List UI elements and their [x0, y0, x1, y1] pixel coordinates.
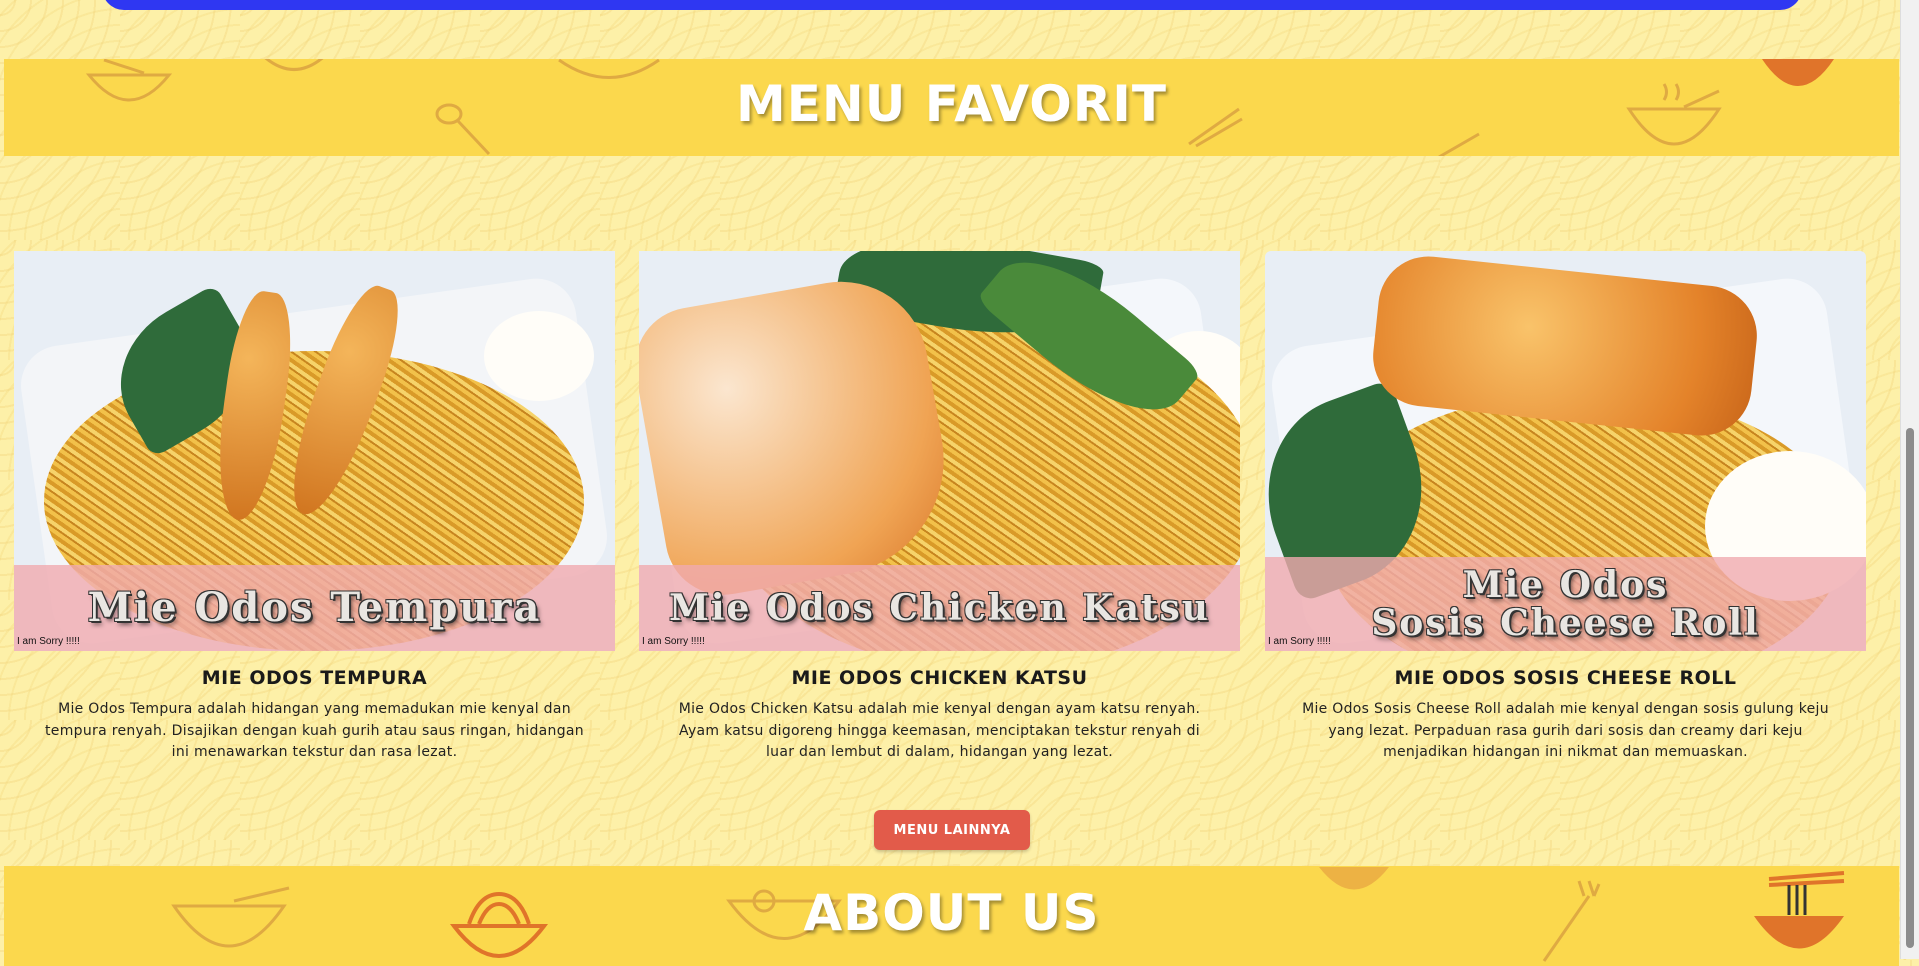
menu-image-caption: Mie Odos Sosis Cheese Roll: [1371, 564, 1760, 644]
menu-lainnya-button[interactable]: MENU LAINNYA: [874, 810, 1030, 850]
menu-image: Mie Odos Sosis Cheese Roll I am Sorry !!…: [1265, 251, 1866, 651]
menu-card-title: MIE ODOS SOSIS CHEESE ROLL: [1394, 667, 1737, 689]
about-us-title: ABOUT US: [803, 884, 1100, 942]
menu-image-banner: Mie Odos Tempura: [14, 565, 615, 651]
menu-card-title: MIE ODOS TEMPURA: [201, 667, 428, 689]
menu-image-caption: Mie Odos Chicken Katsu: [669, 587, 1210, 629]
about-us-header: ABOUT US: [4, 866, 1899, 966]
image-watermark-text: I am Sorry !!!!!: [17, 636, 80, 647]
menu-favorit-header: MENU FAVORIT: [4, 59, 1899, 156]
menu-card-description: Mie Odos Chicken Katsu adalah mie kenyal…: [678, 701, 1201, 760]
menu-card: Mie Odos Tempura I am Sorry !!!!! MIE OD…: [14, 251, 615, 764]
menu-image-banner: Mie Odos Sosis Cheese Roll: [1265, 557, 1866, 651]
menu-image: Mie Odos Tempura I am Sorry !!!!!: [14, 251, 615, 651]
page: MENU FAVORIT Mie Odos Tempura I am Sorry…: [0, 0, 1900, 966]
menu-image-caption: Mie Odos Tempura: [87, 584, 542, 631]
menu-card-description: Mie Odos Tempura adalah hidangan yang me…: [45, 701, 584, 760]
navbar-bottom-edge: [102, 0, 1802, 10]
image-watermark-text: I am Sorry !!!!!: [1268, 636, 1331, 647]
menu-card-title: MIE ODOS CHICKEN KATSU: [791, 667, 1088, 689]
menu-card-description: Mie Odos Sosis Cheese Roll adalah mie ke…: [1302, 701, 1829, 760]
menu-image-banner: Mie Odos Chicken Katsu: [639, 565, 1240, 651]
menu-card: Mie Odos Chicken Katsu I am Sorry !!!!! …: [639, 251, 1240, 764]
chopsticks-icon: [1434, 129, 1484, 156]
sauce: [484, 311, 594, 401]
scrollbar[interactable]: [1900, 0, 1919, 959]
scrollbar-thumb[interactable]: [1906, 428, 1914, 948]
menu-favorit-title: MENU FAVORIT: [735, 75, 1168, 133]
menu-card: Mie Odos Sosis Cheese Roll I am Sorry !!…: [1265, 251, 1866, 764]
menu-image: Mie Odos Chicken Katsu I am Sorry !!!!!: [639, 251, 1240, 651]
image-watermark-text: I am Sorry !!!!!: [642, 636, 705, 647]
